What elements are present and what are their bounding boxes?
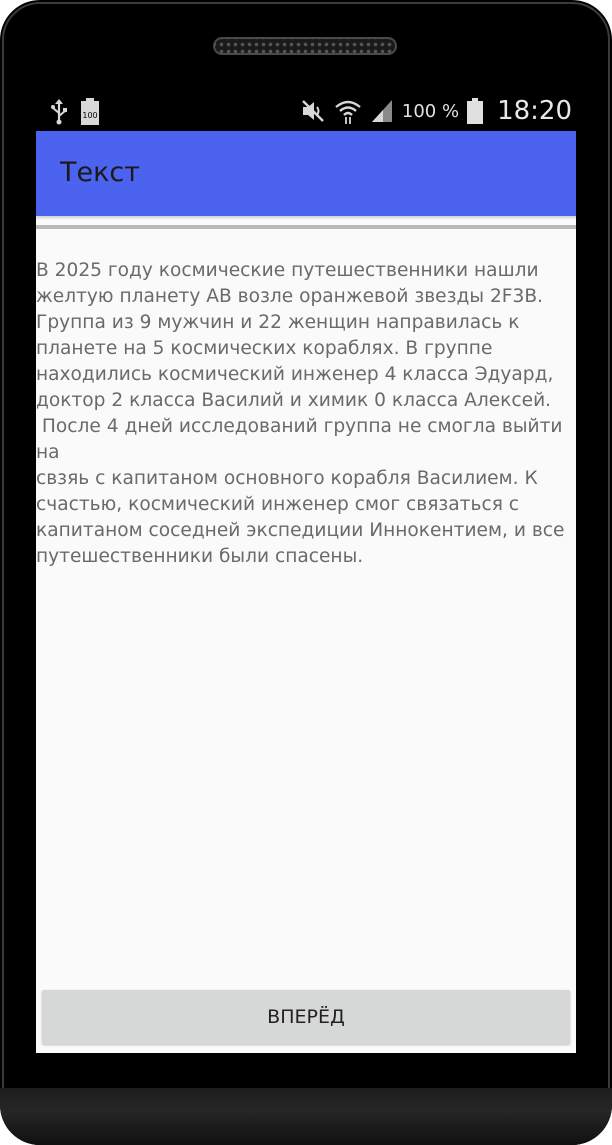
next-button[interactable]: ВПЕРЁД	[42, 990, 570, 1044]
status-left: 100	[50, 98, 100, 126]
content-divider	[36, 225, 576, 229]
status-clock: 18:20	[497, 96, 572, 126]
status-right: 100 % 18:20	[300, 96, 572, 126]
phone-frame: 100 100 % 18:20 Текст В 2025 году космич…	[0, 0, 612, 1145]
app-screen: Текст В 2025 году космические путешестве…	[36, 131, 576, 1053]
usb-icon	[50, 99, 68, 125]
wifi-icon	[334, 97, 362, 125]
status-bar: 100 100 % 18:20	[36, 92, 576, 130]
app-bar-shadow	[36, 216, 576, 220]
bottom-bezel	[0, 1088, 612, 1145]
app-bar-title: Текст	[60, 157, 140, 188]
battery-saver-text: 100	[82, 111, 97, 120]
app-bar: Текст	[36, 131, 576, 216]
signal-icon	[370, 98, 394, 124]
battery-icon	[467, 98, 484, 124]
battery-percent: 100 %	[401, 100, 460, 122]
battery-saver-icon: 100	[80, 98, 100, 126]
mute-icon	[300, 98, 326, 124]
story-text: В 2025 году космические путешественники …	[36, 260, 565, 567]
earpiece-speaker	[213, 37, 397, 55]
